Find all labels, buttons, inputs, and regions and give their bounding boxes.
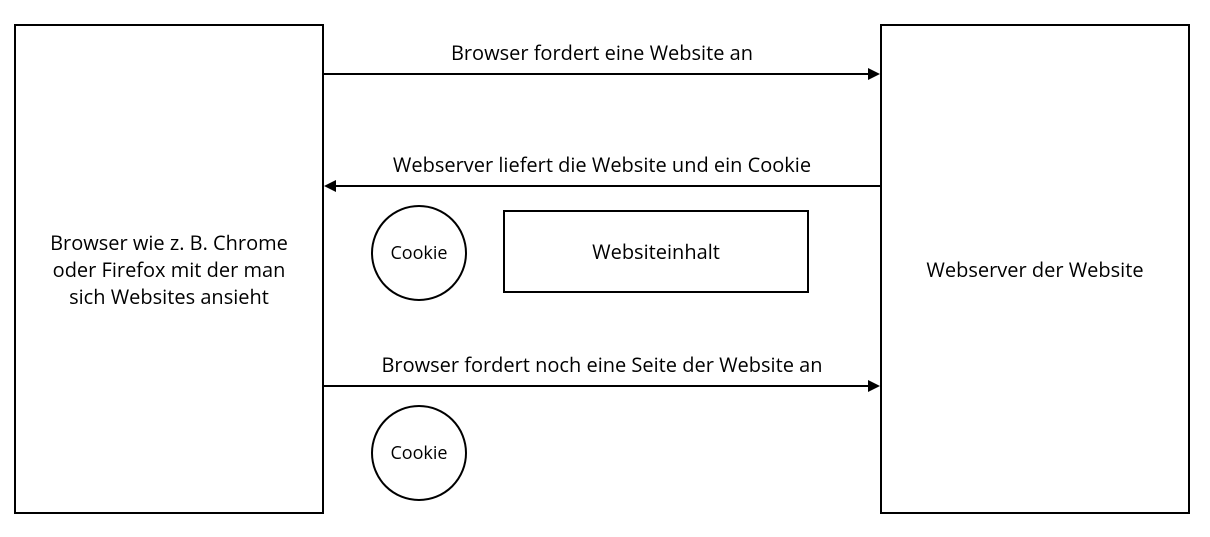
flow-response-label: Webserver liefert die Website und ein Co…	[324, 152, 880, 178]
arrow-request1	[324, 64, 880, 84]
server-box: Webserver der Website	[880, 24, 1190, 514]
response-content-label: Websiteinhalt	[592, 238, 720, 265]
request2-cookie-label: Cookie	[390, 441, 447, 465]
request2-cookie: Cookie	[371, 405, 467, 501]
flow-request2-label: Browser fordert noch eine Seite der Webs…	[324, 352, 880, 378]
arrow-request2	[324, 376, 880, 396]
flow-request1-label: Browser fordert eine Website an	[324, 40, 880, 66]
server-label: Webserver der Website	[926, 256, 1143, 283]
browser-label: Browser wie z. B. Chrome oder Firefox mi…	[34, 229, 304, 310]
browser-box: Browser wie z. B. Chrome oder Firefox mi…	[14, 24, 324, 514]
response-cookie: Cookie	[371, 205, 467, 301]
diagram-stage: Browser wie z. B. Chrome oder Firefox mi…	[0, 0, 1210, 537]
response-content-box: Websiteinhalt	[503, 210, 809, 293]
arrow-response	[324, 176, 880, 196]
response-cookie-label: Cookie	[390, 241, 447, 265]
